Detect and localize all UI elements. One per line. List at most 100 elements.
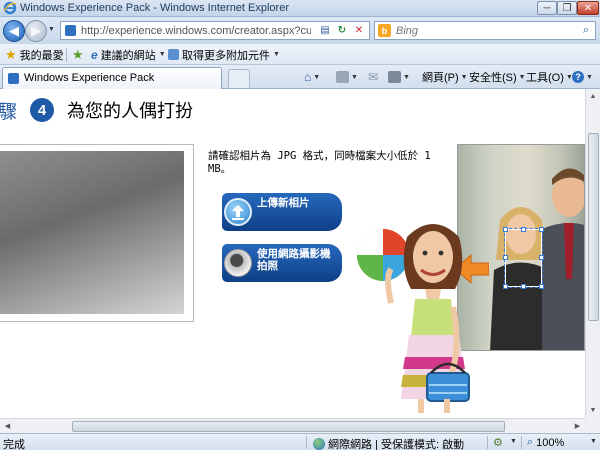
- security-zone-label: 網際網路 | 受保護模式: 啟動: [328, 439, 465, 450]
- navigation-bar: ◀ ▶ ▼ ▤ ↻ ✕ b ⌕: [0, 17, 600, 44]
- photo-placeholder: [0, 151, 184, 314]
- stop-icon[interactable]: ✕: [351, 23, 367, 38]
- feeds-button[interactable]: ▼: [336, 69, 358, 85]
- chevron-down-icon: ▼: [158, 51, 166, 58]
- search-icon[interactable]: ⌕: [578, 23, 594, 38]
- page-menu-label: 網頁(P): [422, 72, 459, 84]
- selection-handle[interactable]: [503, 227, 508, 232]
- suggested-sites-label: 建議的網站: [100, 49, 156, 62]
- maximize-button[interactable]: ❐: [557, 1, 577, 15]
- page-menu[interactable]: 網頁(P) ▼: [422, 69, 468, 85]
- safety-menu[interactable]: 安全性(S) ▼: [469, 69, 526, 85]
- selection-handle[interactable]: [539, 227, 544, 232]
- forward-button[interactable]: ▶: [25, 20, 47, 42]
- favorites-divider: [66, 48, 67, 62]
- avatar-character: [357, 224, 470, 413]
- selection-handle[interactable]: [503, 284, 508, 289]
- scroll-corner: [585, 418, 600, 433]
- page-icon: [8, 73, 19, 84]
- selection-handle[interactable]: [521, 227, 526, 232]
- add-to-favorites-button[interactable]: ★: [72, 47, 84, 62]
- tab-label: Windows Experience Pack: [24, 72, 155, 84]
- page-icon: [65, 25, 76, 36]
- favorites-label: 我的最愛: [19, 49, 64, 62]
- status-bar: 完成 網際網路 | 受保護模式: 啟動 ⚙ ▼ ⌕ 100% ▼: [0, 433, 600, 450]
- tools-menu[interactable]: 工具(O) ▼: [526, 69, 573, 85]
- scroll-up-button[interactable]: ▲: [586, 89, 600, 104]
- zoom-control[interactable]: ⌕ 100%: [527, 436, 564, 449]
- horizontal-scroll-thumb[interactable]: [72, 421, 505, 432]
- search-input[interactable]: [396, 24, 571, 38]
- help-icon: ?: [572, 71, 584, 83]
- upload-photo-button[interactable]: 上傳新相片: [222, 193, 342, 231]
- print-button[interactable]: ▼: [388, 69, 410, 85]
- selection-handle[interactable]: [539, 284, 544, 289]
- tab-windows-experience-pack[interactable]: Windows Experience Pack: [2, 67, 222, 89]
- chevron-down-icon: ▼: [403, 73, 410, 81]
- close-button[interactable]: ✕: [577, 1, 599, 15]
- face-selection-box[interactable]: [503, 227, 544, 289]
- home-icon: ⌂: [304, 70, 312, 84]
- scroll-right-button[interactable]: ▶: [570, 419, 585, 433]
- more-addons-button[interactable]: 取得更多附加元件 ▼: [168, 47, 280, 62]
- webcam-icon: [224, 249, 252, 277]
- chevron-down-icon[interactable]: ▼: [510, 438, 517, 445]
- status-divider: [521, 436, 522, 449]
- vertical-scrollbar[interactable]: ▲ ▼: [585, 89, 600, 418]
- addon-icon[interactable]: ⚙: [493, 436, 503, 449]
- ie-logo-icon: [3, 1, 17, 15]
- back-button[interactable]: ◀: [3, 20, 25, 42]
- refresh-icon[interactable]: ↻: [334, 23, 350, 38]
- bing-icon: b: [378, 24, 391, 37]
- address-bar[interactable]: ▤ ↻ ✕: [60, 21, 370, 40]
- url-input[interactable]: [81, 24, 311, 38]
- recent-pages-dropdown[interactable]: ▼: [48, 26, 55, 33]
- webcam-capture-button[interactable]: 使用網路攝影機拍照: [222, 244, 342, 282]
- add-favorite-star-icon: ★: [72, 47, 84, 62]
- globe-icon: [313, 438, 325, 450]
- new-tab-button[interactable]: [228, 69, 250, 88]
- horizontal-scrollbar[interactable]: ◀ ▶: [0, 418, 585, 433]
- zoom-level: 100%: [536, 436, 565, 449]
- home-button[interactable]: ⌂ ▼: [304, 69, 320, 85]
- chevron-down-icon: ▼: [351, 73, 358, 81]
- forward-arrow-icon: ▶: [31, 23, 41, 38]
- chevron-down-icon: ▼: [273, 51, 280, 58]
- mail-button[interactable]: ✉: [368, 69, 378, 85]
- page-content: 驟 4 為您的人偶打扮 請確認相片為 JPG 格式，同時檔案大小低於 1 MB。…: [0, 89, 585, 418]
- chevron-down-icon[interactable]: ▼: [590, 438, 597, 445]
- status-divider: [306, 436, 307, 449]
- selection-handle[interactable]: [539, 255, 544, 260]
- printer-icon: [388, 71, 401, 83]
- ie-page-icon: e: [91, 47, 98, 62]
- step-heading-prefix: 驟: [0, 102, 18, 123]
- compatibility-view-icon[interactable]: ▤: [317, 23, 333, 38]
- rss-icon: [336, 71, 349, 83]
- safety-menu-label: 安全性(S): [469, 72, 517, 84]
- selection-handle[interactable]: [521, 284, 526, 289]
- addon-page-icon: [168, 49, 179, 60]
- favorites-button[interactable]: ★ 我的最愛: [5, 47, 64, 62]
- chevron-down-icon: ▼: [586, 73, 593, 81]
- help-button[interactable]: ? ▼: [572, 69, 593, 85]
- chevron-down-icon: ▼: [460, 73, 468, 81]
- search-box[interactable]: b ⌕: [374, 21, 596, 40]
- page-title: 為您的人偶打扮: [67, 101, 193, 122]
- tools-menu-label: 工具(O): [526, 72, 564, 84]
- security-zone[interactable]: 網際網路 | 受保護模式: 啟動: [313, 436, 464, 450]
- scroll-left-button[interactable]: ◀: [0, 419, 15, 433]
- vertical-scroll-thumb[interactable]: [588, 133, 599, 321]
- scroll-down-button[interactable]: ▼: [586, 403, 600, 418]
- window-title: Windows Experience Pack - Windows Intern…: [20, 2, 289, 14]
- webcam-capture-label: 使用網路攝影機拍照: [257, 248, 331, 272]
- back-arrow-icon: ◀: [9, 23, 19, 38]
- selection-handle[interactable]: [503, 255, 508, 260]
- zoom-icon: ⌕: [527, 436, 534, 448]
- upload-instructions: 請確認相片為 JPG 格式，同時檔案大小低於 1 MB。: [208, 150, 431, 175]
- suggested-sites-button[interactable]: e 建議的網站 ▼: [91, 47, 166, 62]
- mail-icon: ✉: [368, 70, 379, 84]
- step-number-badge: 4: [30, 98, 54, 122]
- man-figure: [542, 168, 584, 350]
- more-addons-label: 取得更多附加元件: [182, 49, 270, 62]
- minimize-button[interactable]: ─: [537, 1, 557, 15]
